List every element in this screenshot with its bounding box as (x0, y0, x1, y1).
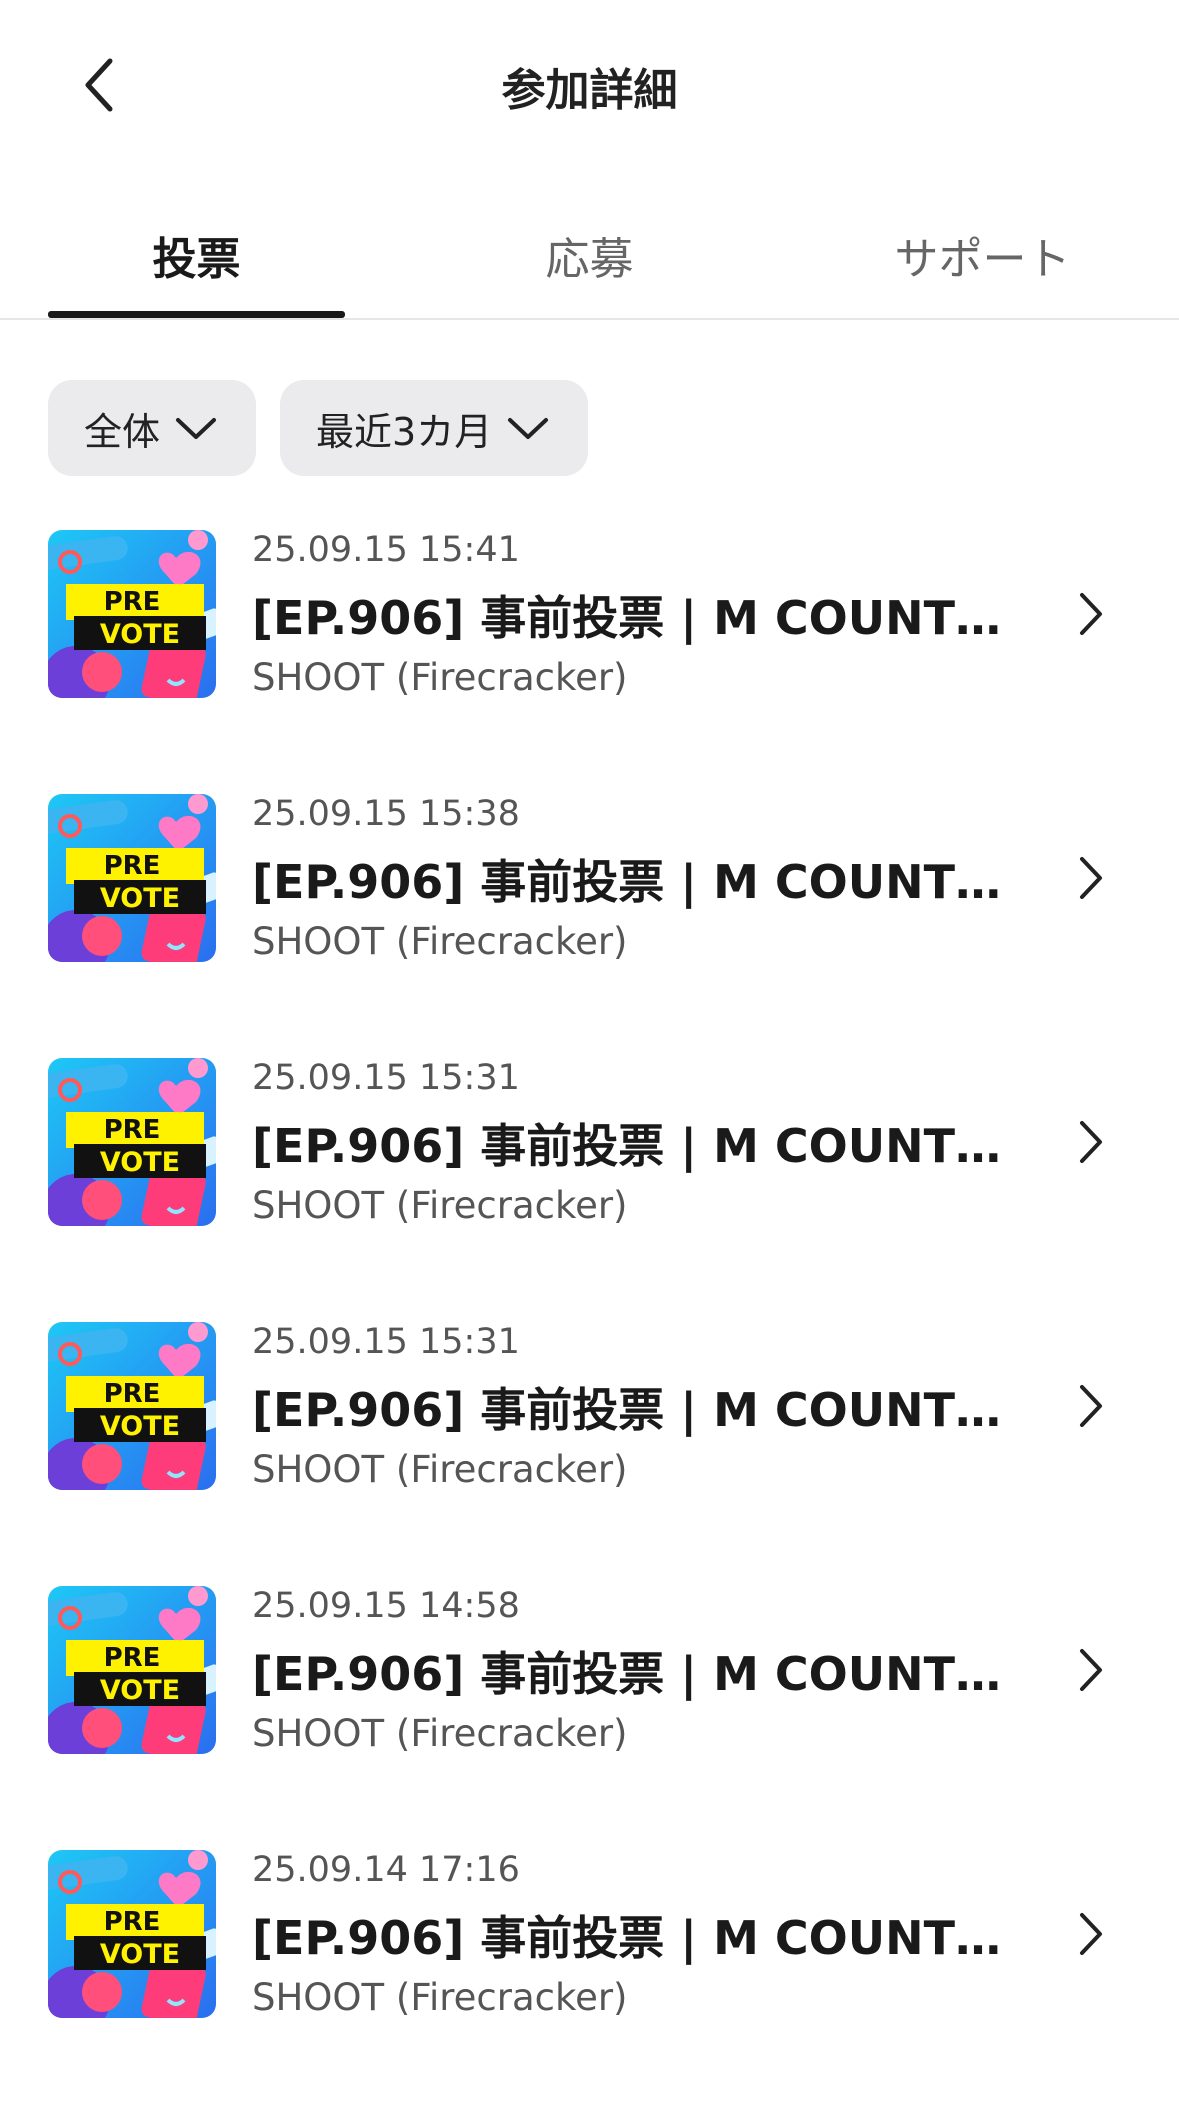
tab-apply[interactable]: 応募 (393, 190, 786, 320)
vote-artist: SHOOT (Firecracker) (252, 1712, 628, 1755)
vote-date: 25.09.15 15:38 (252, 794, 520, 834)
pre-vote-thumbnail: PRE VOTE (48, 530, 216, 698)
vote-title: [EP.906] 事前投票 | M COUNTDOWN (252, 1647, 1022, 1701)
thumb-label-vote: VOTE (100, 1147, 180, 1178)
list-item[interactable]: PRE VOTE 25.09.15 15:31 [EP.906] 事前投票 | … (0, 1058, 1179, 1322)
vote-date: 25.09.15 15:31 (252, 1322, 520, 1362)
pre-vote-thumbnail: PRE VOTE (48, 1586, 216, 1754)
vote-title: [EP.906] 事前投票 | M COUNTDOWN (252, 855, 1022, 909)
vote-date: 25.09.15 15:41 (252, 530, 520, 570)
pre-vote-thumbnail: PRE VOTE (48, 1850, 216, 2018)
thumb-label-vote: VOTE (100, 619, 180, 650)
thumb-label-pre: PRE (104, 851, 161, 881)
vote-date: 25.09.14 17:16 (252, 1850, 520, 1890)
vote-artist: SHOOT (Firecracker) (252, 1976, 628, 2019)
thumb-label-pre: PRE (104, 1115, 161, 1145)
pre-vote-thumbnail: PRE VOTE (48, 794, 216, 962)
vote-title: [EP.906] 事前投票 | M COUNTDOWN (252, 1119, 1022, 1173)
vote-date: 25.09.15 15:31 (252, 1058, 520, 1098)
thumb-label-pre: PRE (104, 1643, 161, 1673)
chevron-down-icon (506, 413, 550, 443)
filter-category-label: 全体 (84, 409, 161, 454)
tab-vote[interactable]: 投票 (0, 190, 393, 320)
list-item[interactable]: PRE VOTE 25.09.15 15:41 [EP.906] 事前投票 | … (0, 530, 1179, 794)
chevron-right-icon (1066, 1906, 1116, 1962)
vote-artist: SHOOT (Firecracker) (252, 1448, 628, 1491)
active-tab-indicator (48, 311, 345, 318)
vote-artist: SHOOT (Firecracker) (252, 1184, 628, 1227)
vote-title: [EP.906] 事前投票 | M COUNTDOWN (252, 1383, 1022, 1437)
list-item[interactable]: PRE VOTE 25.09.15 15:38 [EP.906] 事前投票 | … (0, 794, 1179, 1058)
thumb-label-vote: VOTE (100, 1675, 180, 1706)
tab-bar: 投票 応募 サポート (0, 190, 1179, 320)
vote-title: [EP.906] 事前投票 | M COUNTDOWN (252, 1911, 1022, 1965)
filter-period-label: 最近3カ月 (316, 409, 493, 454)
filter-period-dropdown[interactable]: 最近3カ月 (280, 380, 589, 476)
vote-history-list: PRE VOTE 25.09.15 15:41 [EP.906] 事前投票 | … (0, 530, 1179, 2114)
chevron-right-icon (1066, 1642, 1116, 1698)
pre-vote-thumbnail: PRE VOTE (48, 1322, 216, 1490)
pre-vote-thumbnail: PRE VOTE (48, 1058, 216, 1226)
thumb-label-pre: PRE (104, 1907, 161, 1937)
vote-artist: SHOOT (Firecracker) (252, 920, 628, 963)
thumb-label-vote: VOTE (100, 1411, 180, 1442)
page-title: 参加詳細 (501, 65, 678, 116)
chevron-right-icon (1066, 586, 1116, 642)
thumb-label-vote: VOTE (100, 1939, 180, 1970)
tab-support[interactable]: サポート (786, 190, 1179, 320)
list-item[interactable]: PRE VOTE 25.09.15 14:58 [EP.906] 事前投票 | … (0, 1586, 1179, 1850)
thumb-label-vote: VOTE (100, 883, 180, 914)
thumb-label-pre: PRE (104, 587, 161, 617)
app-header: 参加詳細 (0, 0, 1179, 170)
chevron-right-icon (1066, 850, 1116, 906)
filter-category-dropdown[interactable]: 全体 (48, 380, 257, 476)
chevron-right-icon (1066, 1378, 1116, 1434)
list-item[interactable]: PRE VOTE 25.09.14 17:16 [EP.906] 事前投票 | … (0, 1850, 1179, 2114)
chevron-right-icon (1066, 1114, 1116, 1170)
vote-title: [EP.906] 事前投票 | M COUNTDOWN (252, 591, 1022, 645)
filter-bar: 全体 最近3カ月 (48, 380, 589, 476)
thumb-label-pre: PRE (104, 1379, 161, 1409)
vote-artist: SHOOT (Firecracker) (252, 656, 628, 699)
vote-date: 25.09.15 14:58 (252, 1586, 520, 1626)
chevron-down-icon (174, 413, 218, 443)
list-item[interactable]: PRE VOTE 25.09.15 15:31 [EP.906] 事前投票 | … (0, 1322, 1179, 1586)
